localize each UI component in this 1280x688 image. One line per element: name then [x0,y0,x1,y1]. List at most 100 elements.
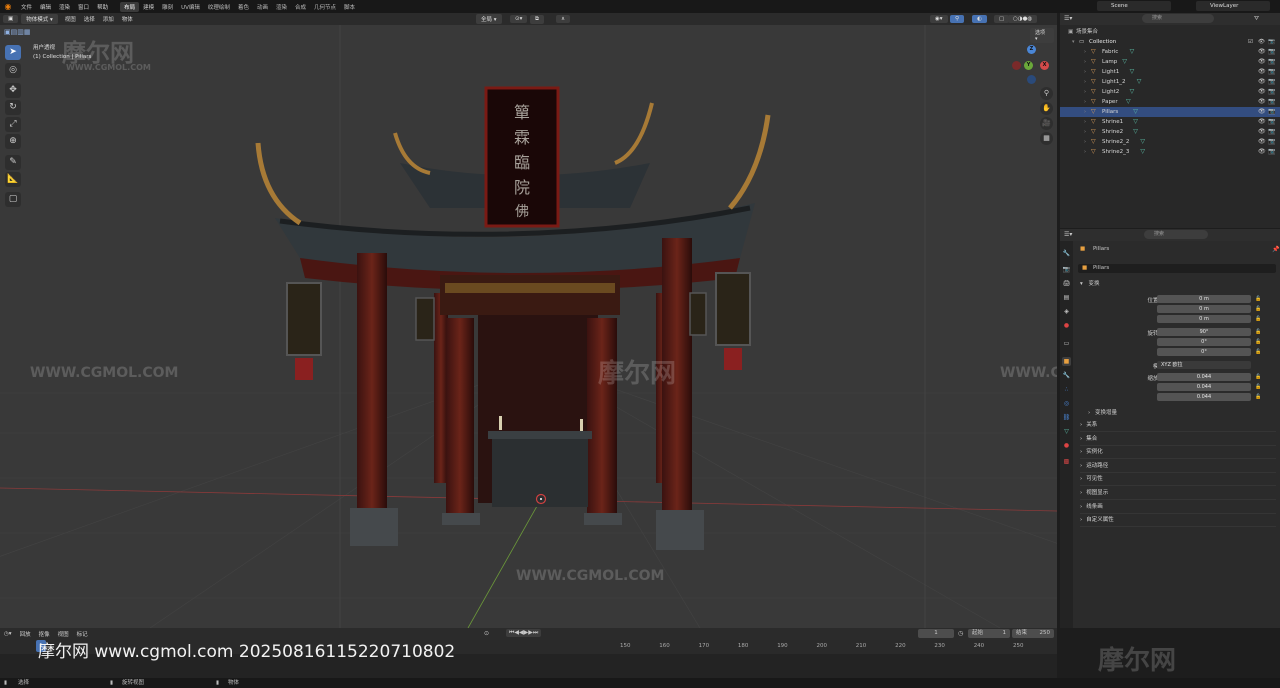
menu-render[interactable]: 渲染 [55,3,74,11]
physics-tab-icon[interactable]: ◎ [1062,399,1071,408]
menu-object[interactable]: 物体 [118,15,137,23]
rotation-x-field[interactable]: 90° [1157,328,1251,336]
lock-location-x-icon[interactable]: 🔓 [1255,296,1261,302]
eye-icon[interactable]: 👁 [1258,107,1266,117]
properties-section[interactable]: › 运动路径 [1080,460,1276,473]
data-tab-icon[interactable]: ▽ [1062,427,1071,436]
outliner-item[interactable]: › ▽ Lamp ▽ 👁 📷 [1060,57,1280,67]
collection-row[interactable]: ▾ ▭ Collection ☑ 👁 📷 [1060,37,1280,47]
add-cube-tool-icon[interactable]: ▢ [5,192,21,207]
tab-texture-paint[interactable]: 纹理绘制 [204,2,234,12]
properties-section[interactable]: › 实例化 [1080,446,1276,460]
eye-icon[interactable]: 👁 [1258,147,1266,157]
modifier-tab-icon[interactable]: 🔧 [1062,371,1071,380]
camera-icon[interactable]: 📷 [1268,117,1275,127]
rotation-y-field[interactable]: 0° [1157,338,1251,346]
properties-editor-icon[interactable]: ☰▾ [1064,231,1072,238]
scene-collection-row[interactable]: ▣ 场景集合 [1060,27,1280,37]
tab-sculpting[interactable]: 雕刻 [158,2,177,12]
collection-eye-icon[interactable]: 👁 [1258,37,1265,47]
overlay-toggle-icon[interactable]: ◐ [972,15,987,23]
collection-camera-icon[interactable]: 📷 [1268,37,1275,47]
outliner-item[interactable]: › ▽ Light2 ▽ 👁 📷 [1060,87,1280,97]
scene-selector[interactable]: Scene [1097,1,1171,11]
lock-location-y-icon[interactable]: 🔓 [1255,306,1261,312]
material-tab-icon[interactable]: ● [1062,441,1071,450]
tab-geometry-nodes[interactable]: 几何节点 [310,2,340,12]
location-z-field[interactable]: 0 m [1157,315,1251,323]
tab-scripting[interactable]: 脚本 [340,2,359,12]
output-tab-icon[interactable]: 🖨 [1062,279,1071,288]
transform-section-header[interactable]: ▾ 变换 [1080,279,1100,287]
camera-icon[interactable]: 📷 [1268,97,1275,107]
expand-icon[interactable]: › [1084,137,1086,147]
rotation-z-field[interactable]: 0° [1157,348,1251,356]
scene-tab-icon[interactable]: ◈ [1062,307,1071,316]
view-layer-selector[interactable]: ViewLayer [1196,1,1270,11]
tool-tab-icon[interactable]: 🔧 [1062,249,1071,258]
expand-icon[interactable]: › [1084,57,1086,67]
eye-icon[interactable]: 👁 [1258,137,1266,147]
camera-icon[interactable]: 📷 [1268,137,1275,147]
properties-section[interactable]: › 自定义属性 [1080,514,1276,528]
mode-selector[interactable]: 物体模式 ▾ [21,14,58,24]
object-tab-icon[interactable]: ■ [1062,357,1071,366]
scale-z-field[interactable]: 0.044 [1157,393,1251,401]
collection-checkbox-icon[interactable]: ☑ [1248,37,1253,47]
collection-expand-icon[interactable]: ▾ [1072,37,1075,47]
camera-icon[interactable]: 📷 [1268,87,1275,97]
expand-icon[interactable]: › [1084,117,1086,127]
menu-file[interactable]: 文件 [17,3,36,11]
outliner-item[interactable]: › ▽ Shrine2_2 ▽ 👁 📷 [1060,137,1280,147]
properties-section[interactable]: › 视图显示 [1080,487,1276,500]
constraints-tab-icon[interactable]: ⛓ [1062,413,1071,422]
tab-layout[interactable]: 布局 [120,1,140,12]
eye-icon[interactable]: 👁 [1258,117,1266,127]
menu-help[interactable]: 帮助 [93,3,112,11]
render-tab-icon[interactable]: 📷 [1062,265,1071,274]
particles-tab-icon[interactable]: ∴ [1062,385,1071,394]
clock-icon[interactable]: ◷ [958,630,963,637]
menu-window[interactable]: 窗口 [74,3,93,11]
eye-icon[interactable]: 👁 [1258,87,1266,97]
annotate-tool-icon[interactable]: ✎ [5,155,21,170]
cursor-tool-icon[interactable]: ◎ [5,63,21,78]
outliner-item[interactable]: › ▽ Light1 ▽ 👁 📷 [1060,67,1280,77]
menu-edit[interactable]: 编辑 [36,3,55,11]
properties-section[interactable]: › 关系 [1080,419,1276,432]
end-frame-field[interactable]: 结束 250 [1012,629,1054,638]
delta-transform-section[interactable]: › 变换增量 [1088,408,1117,416]
expand-icon[interactable]: › [1084,97,1086,107]
eye-icon[interactable]: 👁 [1258,97,1266,107]
proportional-edit-icon[interactable]: ∧ [556,15,571,23]
menu-add[interactable]: 添加 [99,15,118,23]
pin-icon[interactable]: 📌 [1272,246,1279,253]
camera-icon[interactable]: 📷 [1268,47,1275,57]
scale-x-field[interactable]: 0.044 [1157,373,1251,381]
camera-icon[interactable]: 📷 [1268,127,1275,137]
lock-rotation-z-icon[interactable]: 🔓 [1255,349,1261,355]
lock-location-z-icon[interactable]: 🔓 [1255,316,1261,322]
camera-view-icon[interactable]: 🎥 [1040,117,1053,130]
camera-icon[interactable]: 📷 [1268,107,1275,117]
playback-controls-icon[interactable]: ⏮◀◀▶▶⏭ [506,629,542,637]
tab-shading[interactable]: 着色 [234,2,253,12]
camera-icon[interactable]: 📷 [1268,147,1275,157]
transform-orientation[interactable]: 全局 ▾ [476,14,502,24]
tab-modeling[interactable]: 建模 [139,2,158,12]
expand-icon[interactable]: › [1084,147,1086,157]
outliner-editor-icon[interactable]: ☰▾ [1064,15,1072,22]
properties-section[interactable]: › 集合 [1080,433,1276,446]
outliner-item[interactable]: › ▽ Shrine2_3 ▽ 👁 📷 [1060,147,1280,157]
collection-tab-icon[interactable]: ▭ [1062,339,1071,348]
xray-icon[interactable]: ▢ [994,15,1010,23]
lock-scale-x-icon[interactable]: 🔓 [1255,374,1261,380]
select-mode-icons[interactable]: ▣▤▥▦ [4,28,30,36]
object-name-field[interactable]: ■ Pillars [1078,264,1276,273]
measure-tool-icon[interactable]: 📐 [5,172,21,187]
visibility-icon[interactable]: ◉▾ [930,15,948,23]
tab-rendering[interactable]: 渲染 [272,2,291,12]
expand-icon[interactable]: › [1084,127,1086,137]
timeline-menu-playback[interactable]: 回放 [16,630,35,638]
zoom-icon[interactable]: ⚲ [1040,87,1053,100]
